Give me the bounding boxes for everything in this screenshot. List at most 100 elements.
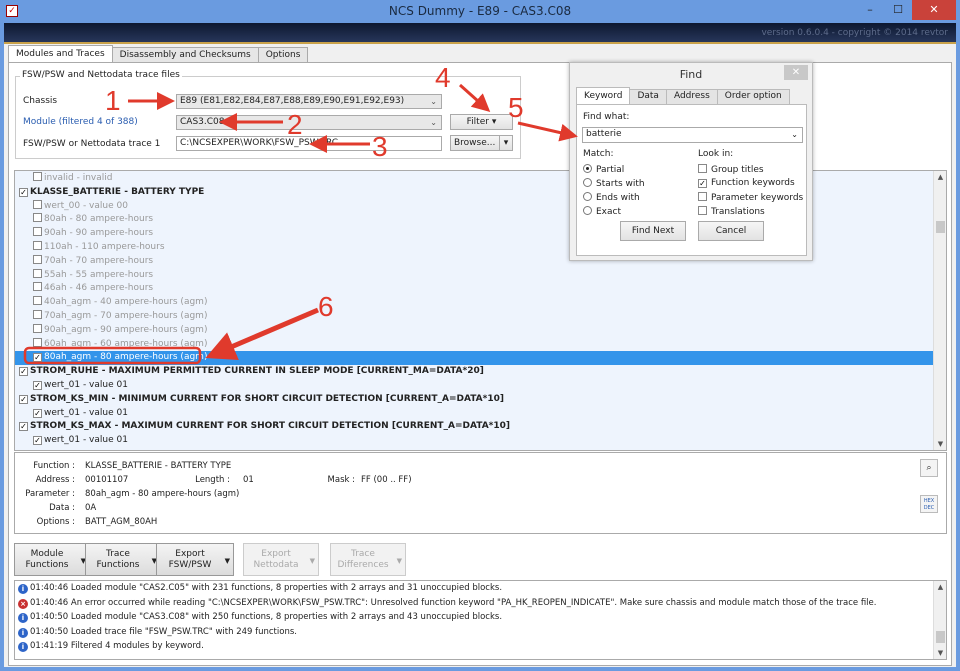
tree-option-row[interactable]: ✓ wert_01 - value 01 xyxy=(15,379,946,393)
look-in-checkbox-group-titles[interactable]: Group titles xyxy=(698,164,764,175)
find-close-button[interactable]: ✕ xyxy=(784,65,808,80)
checkbox[interactable] xyxy=(33,199,42,209)
tab-modules-and-traces[interactable]: Modules and Traces xyxy=(8,45,113,62)
find-tab-keyword[interactable]: Keyword xyxy=(576,87,631,104)
chassis-select[interactable]: E89 (E81,E82,E84,E87,E88,E89,E90,E91,E92… xyxy=(176,94,442,109)
tree-scrollbar[interactable]: ▲ ▼ xyxy=(933,171,946,450)
checkbox[interactable] xyxy=(33,337,42,347)
find-next-button[interactable]: Find Next xyxy=(620,221,686,241)
tree-group-row[interactable]: ✓ STROM_RUHE - MAXIMUM PERMITTED CURRENT … xyxy=(15,365,946,379)
find-tab-order-option[interactable]: Order option xyxy=(716,89,790,104)
tree-option-row[interactable]: 55ah - 55 ampere-hours xyxy=(15,268,946,283)
minimize-button[interactable]: – xyxy=(856,0,884,20)
scroll-down-icon[interactable]: ▼ xyxy=(934,649,946,657)
tree-option-row[interactable]: ✓ wert_01 - value 01 xyxy=(15,407,946,421)
module-select[interactable]: CAS3.C08 ⌄ xyxy=(176,115,442,130)
look-in-checkbox-translations[interactable]: Translations xyxy=(698,206,765,217)
action-button-differences[interactable]: Trace Differences ▼ xyxy=(330,543,406,576)
address-label: Address : xyxy=(35,475,75,485)
checkbox[interactable]: ✓ xyxy=(33,436,42,446)
trace-path-input[interactable]: C:\NCSEXPER\WORK\FSW_PSW.TRC xyxy=(176,136,442,151)
find-tabs: Keyword Data Address Order option xyxy=(576,87,790,104)
options-value: BATT_AGM_80AH xyxy=(85,517,158,527)
chassis-label: Chassis xyxy=(23,96,58,106)
address-value: 00101107 xyxy=(85,475,129,485)
scroll-thumb[interactable] xyxy=(936,221,945,233)
checkbox[interactable]: ✓ xyxy=(33,408,42,418)
app-icon: ✓ xyxy=(6,5,18,17)
checkbox[interactable] xyxy=(33,213,42,223)
checkbox[interactable]: ✓ xyxy=(33,353,42,363)
tab-options[interactable]: Options xyxy=(257,47,309,62)
look-in-checkbox-function-keywords[interactable]: ✓ Function keywords xyxy=(698,178,795,188)
checkbox[interactable]: ✓ xyxy=(19,367,28,377)
action-button-nettodata[interactable]: Export Nettodata ▼ xyxy=(243,543,319,576)
tree-option-row[interactable]: ✓ wert_01 - value 01 xyxy=(15,434,946,448)
title-bar: ✓ NCS Dummy - E89 - CAS3.C08 – ☐ ✕ xyxy=(0,0,960,23)
match-radio-partial[interactable]: Partial xyxy=(583,164,624,175)
find-tab-data[interactable]: Data xyxy=(629,89,667,104)
log-text: 01:40:46 Loaded module "CAS2.C05" with 2… xyxy=(30,583,503,593)
length-label: Length : xyxy=(195,475,230,485)
row-label: 40ah_agm - 40 ampere-hours (agm) xyxy=(44,297,208,308)
find-dialog: Find ✕ Find what: batterie ⌄ Match: Parti… xyxy=(569,62,813,261)
checkbox[interactable] xyxy=(33,240,42,250)
tree-option-row[interactable]: 70ah_agm - 70 ampere-hours (agm) xyxy=(15,309,946,324)
checkbox[interactable] xyxy=(33,296,42,306)
action-button-fswpsw[interactable]: Export FSW/PSW ▼ xyxy=(156,543,234,576)
action-button-functions[interactable]: Trace Functions ▼ xyxy=(85,543,161,576)
tree-option-row[interactable]: 90ah_agm - 90 ampere-hours (agm) xyxy=(15,323,946,338)
button-line2: FSW/PSW xyxy=(168,560,212,570)
find-tab-address[interactable]: Address xyxy=(665,89,718,104)
checkbox[interactable] xyxy=(33,172,42,181)
window-title: NCS Dummy - E89 - CAS3.C08 xyxy=(388,4,572,18)
hex-dec-toggle-icon[interactable]: HEX DEC xyxy=(920,495,938,513)
checkbox[interactable] xyxy=(33,309,42,319)
match-radio-ends-with[interactable]: Ends with xyxy=(583,192,640,203)
tree-group-row[interactable]: ✓ STROM_KS_MAX - MAXIMUM CURRENT FOR SHOR… xyxy=(15,420,946,434)
row-label: wert_01 - value 01 xyxy=(44,379,128,390)
parameter-value: 80ah_agm - 80 ampere-hours (agm) xyxy=(85,489,240,499)
tree-group-row[interactable]: ✓ STROM_KS_MIN - MINIMUM CURRENT FOR SHOR… xyxy=(15,393,946,407)
checkbox[interactable] xyxy=(33,282,42,292)
log-scrollbar[interactable]: ▲ ▼ xyxy=(933,581,946,659)
tree-option-row[interactable]: 60ah_agm - 60 ampere-hours (agm) xyxy=(15,337,946,352)
scroll-up-icon[interactable]: ▲ xyxy=(934,173,946,181)
tree-option-row[interactable]: 46ah - 46 ampere-hours xyxy=(15,282,946,296)
browse-button[interactable]: Browse... ▾ xyxy=(450,135,513,151)
match-radio-starts-with[interactable]: Starts with xyxy=(583,178,645,189)
checkbox[interactable] xyxy=(33,323,42,333)
tree-option-row[interactable]: ✓ 80ah_agm - 80 ampere-hours (agm) xyxy=(15,351,946,366)
chevron-down-icon: ⌄ xyxy=(430,97,437,106)
maximize-button[interactable]: ☐ xyxy=(884,0,912,20)
filter-button[interactable]: Filter ▾ xyxy=(450,114,513,130)
look-in-checkbox-parameter-keywords[interactable]: Parameter keywords xyxy=(698,192,803,203)
log-text: 01:40:46 An error occurred while reading… xyxy=(30,597,877,608)
button-line1: Trace xyxy=(106,549,130,559)
scroll-down-icon[interactable]: ▼ xyxy=(934,440,946,448)
checkbox[interactable]: ✓ xyxy=(33,380,42,390)
tab-disassembly-and-checksums[interactable]: Disassembly and Checksums xyxy=(111,47,259,62)
chassis-value: E89 (E81,E82,E84,E87,E88,E89,E90,E91,E92… xyxy=(180,96,405,106)
search-icon[interactable]: ⌕ xyxy=(920,459,938,477)
scroll-up-icon[interactable]: ▲ xyxy=(934,583,946,591)
cancel-button[interactable]: Cancel xyxy=(698,221,764,241)
checkbox[interactable]: ✓ xyxy=(19,394,28,404)
length-value: 01 xyxy=(243,475,254,485)
checkbox[interactable] xyxy=(33,268,42,278)
scroll-thumb[interactable] xyxy=(936,631,945,643)
match-radio-exact[interactable]: Exact xyxy=(583,206,621,217)
checkbox[interactable] xyxy=(33,254,42,264)
checkbox[interactable] xyxy=(33,227,42,237)
action-button-functions[interactable]: Module Functions ▼ xyxy=(14,543,90,576)
tree-option-row[interactable]: 40ah_agm - 40 ampere-hours (agm) xyxy=(15,296,946,310)
chevron-down-icon: ▼ xyxy=(309,557,315,565)
close-button[interactable]: ✕ xyxy=(912,0,956,20)
radio-icon xyxy=(583,206,592,215)
options-label: Options : xyxy=(36,517,75,527)
checkbox[interactable]: ✓ xyxy=(19,422,28,432)
radio-icon xyxy=(583,192,592,201)
checkbox[interactable]: ✓ xyxy=(19,187,28,197)
log-entry: i 01:40:46 Loaded module "CAS2.C05" with … xyxy=(15,581,946,596)
find-what-input[interactable]: batterie ⌄ xyxy=(582,127,803,143)
